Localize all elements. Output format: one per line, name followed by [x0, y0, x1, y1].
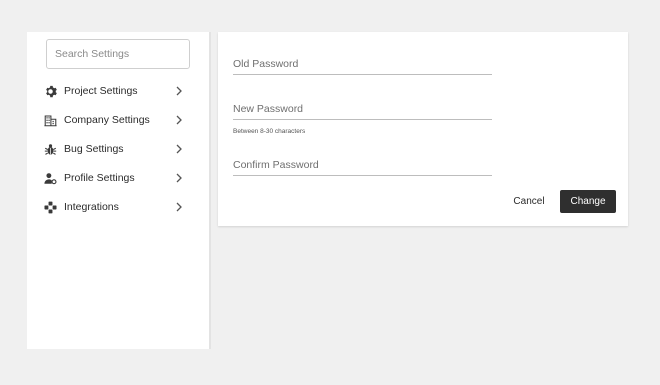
change-password-card: Between 8-30 characters Cancel Change — [218, 32, 628, 226]
change-button[interactable]: Change — [560, 190, 616, 213]
sidebar-item-label: Bug Settings — [64, 142, 124, 155]
sidebar-item-project-settings[interactable]: Project Settings — [27, 76, 209, 105]
confirm-password-group — [233, 154, 492, 176]
settings-nav: Project Settings Company Settings Bug Se… — [27, 76, 209, 221]
chevron-right-icon — [174, 114, 184, 126]
sidebar-item-label: Company Settings — [64, 113, 150, 126]
sidebar-item-label: Integrations — [64, 200, 119, 213]
settings-page: Project Settings — [0, 0, 660, 385]
search-settings-input[interactable] — [46, 39, 190, 69]
chevron-right-icon — [174, 172, 184, 184]
sidebar-item-label: Profile Settings — [64, 171, 135, 184]
new-password-field[interactable] — [233, 98, 492, 120]
sidebar-item-bug-settings[interactable]: Bug Settings — [27, 134, 209, 163]
cancel-button[interactable]: Cancel — [509, 190, 549, 212]
sidebar-item-integrations[interactable]: Integrations — [27, 192, 209, 221]
gear-icon — [43, 84, 57, 98]
old-password-field[interactable] — [233, 53, 492, 75]
bug-icon — [43, 142, 57, 156]
integrations-icon — [43, 200, 57, 214]
sidebar-item-label: Project Settings — [64, 84, 138, 97]
confirm-password-field[interactable] — [233, 154, 492, 176]
chevron-right-icon — [174, 85, 184, 97]
new-password-group: Between 8-30 characters — [233, 98, 492, 135]
chevron-right-icon — [174, 143, 184, 155]
sidebar-item-profile-settings[interactable]: Profile Settings — [27, 163, 209, 192]
new-password-helper-text: Between 8-30 characters — [233, 128, 306, 135]
building-icon — [43, 113, 57, 127]
sidebar-item-company-settings[interactable]: Company Settings — [27, 105, 209, 134]
settings-sidebar: Project Settings — [27, 32, 211, 349]
chevron-right-icon — [174, 201, 184, 213]
user-settings-icon — [43, 171, 57, 185]
old-password-group — [233, 53, 492, 75]
